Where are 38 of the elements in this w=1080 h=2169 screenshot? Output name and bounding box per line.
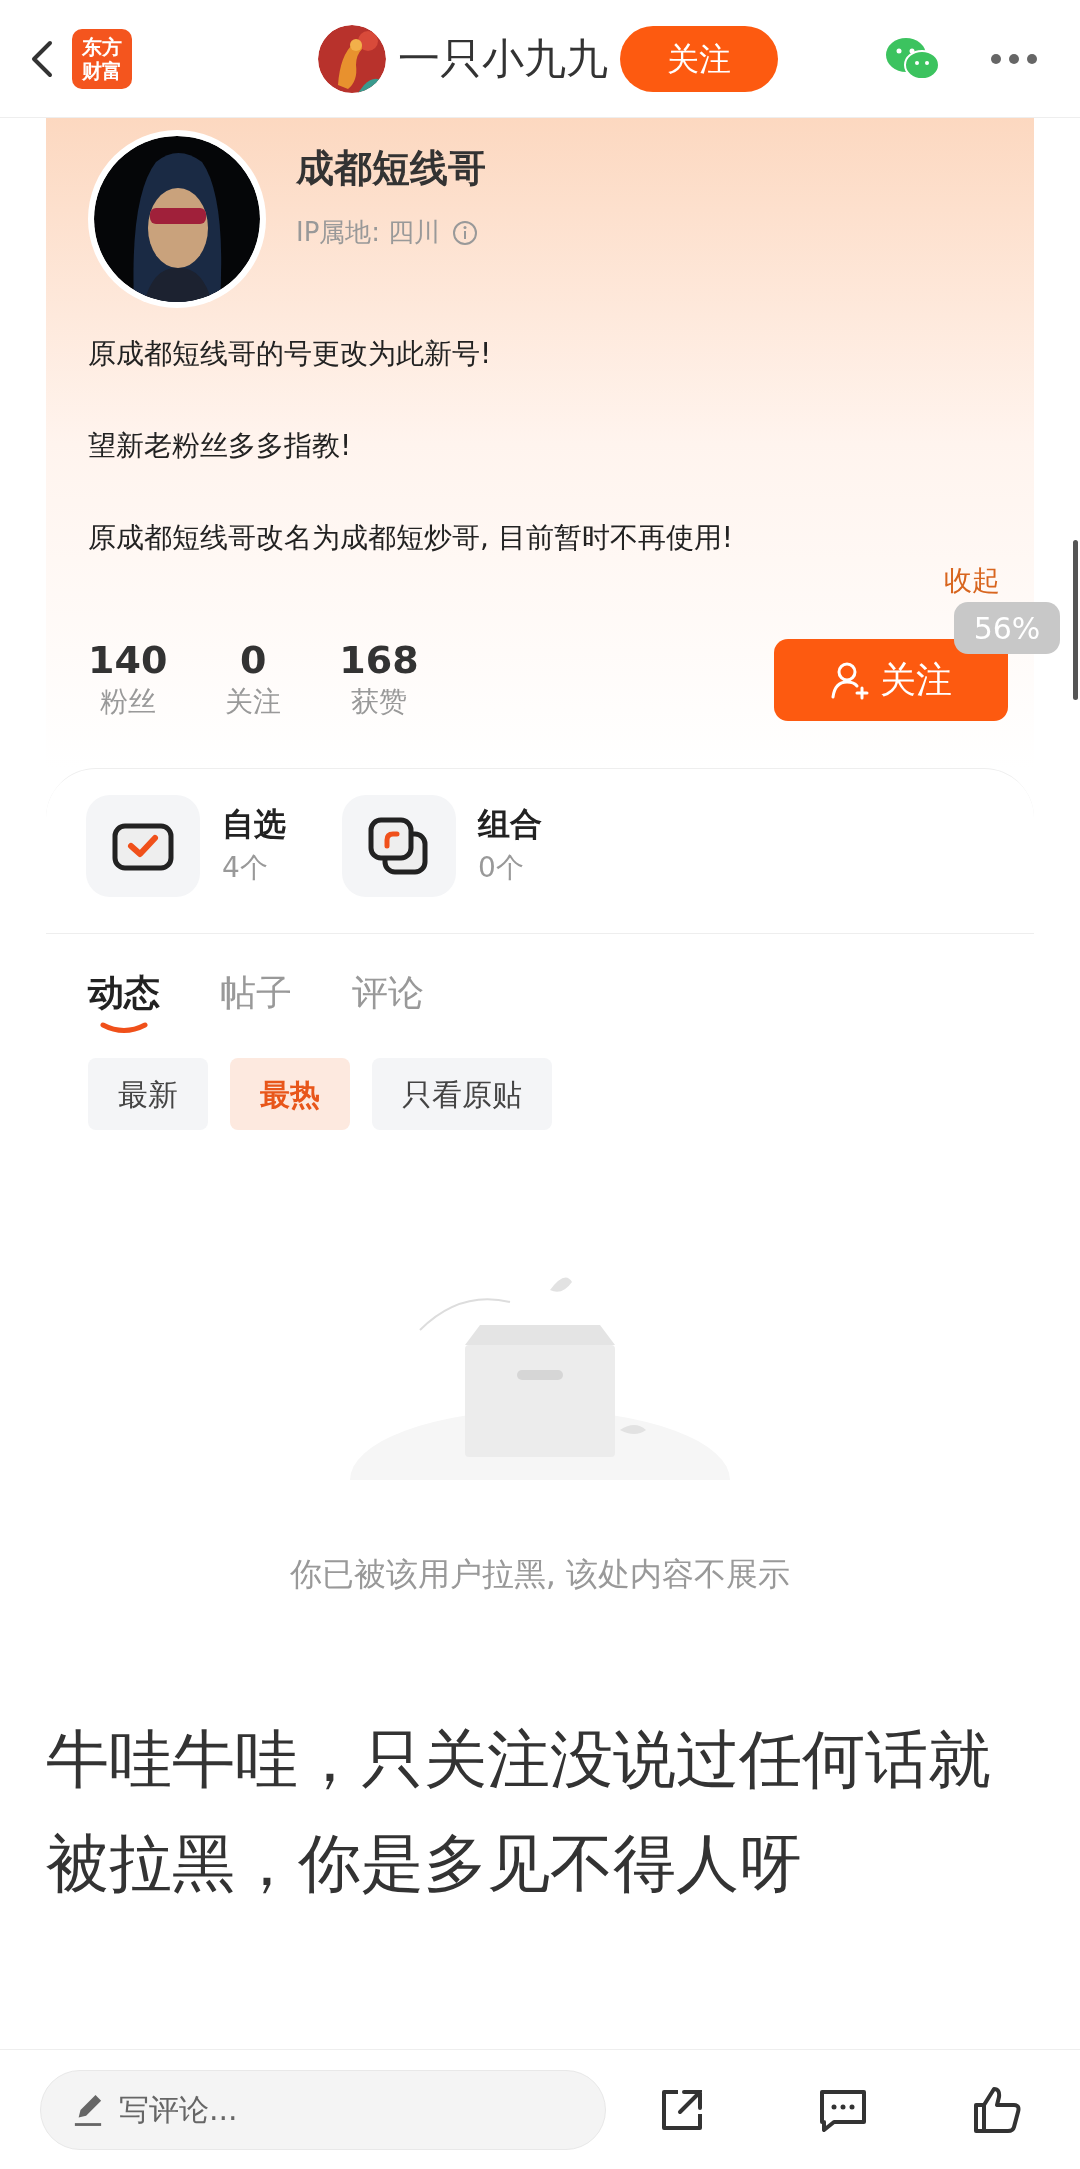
more-icon[interactable] — [990, 52, 1038, 65]
collection-title: 自选 — [222, 804, 286, 845]
filter-chip[interactable]: 只看原贴 — [372, 1058, 552, 1130]
empty-message: 你已被该用户拉黑, 该处内容不展示 — [289, 1554, 791, 1595]
stat-value: 168 — [339, 638, 419, 682]
stat-value: 0 — [240, 638, 267, 682]
tab[interactable]: 帖子 — [220, 966, 292, 1034]
follow-button[interactable]: 关注 — [774, 639, 1008, 721]
filter-chip[interactable]: 最热 — [230, 1058, 350, 1130]
collection-title: 组合 — [478, 804, 542, 845]
profile-name: 成都短线哥 — [296, 145, 486, 192]
collapse-link[interactable]: 收起 — [944, 566, 1000, 596]
collection-tile[interactable] — [86, 795, 200, 897]
ip-location: IP属地: 四川 — [296, 216, 441, 249]
collection-tile[interactable] — [342, 795, 456, 897]
stat-label: 粉丝 — [99, 684, 156, 720]
user-name: 一只小九九 — [398, 33, 608, 85]
stat-label: 关注 — [225, 684, 282, 720]
comment-field[interactable]: 写评论... — [40, 2069, 606, 2150]
post-text: 牛哇牛哇，只关注没说过任何话就被拉黑，你是多见不得人呀 — [46, 1722, 992, 1902]
collection-count: 4个 — [222, 850, 269, 886]
follow-button[interactable]: 关注 — [620, 25, 778, 92]
tab[interactable]: 动态 — [88, 966, 160, 1034]
stat-value: 140 — [88, 638, 168, 682]
stat-label: 获赞 — [351, 684, 407, 720]
overlapping-squares-icon — [367, 816, 431, 876]
filter-chip[interactable]: 最新 — [88, 1058, 208, 1130]
back-icon — [30, 38, 54, 79]
tab-underline — [100, 1022, 148, 1034]
bio-line: 原成都短线哥改名为成都短炒哥, 目前暂时不再使用! — [88, 520, 735, 556]
add-user-icon — [830, 660, 870, 700]
comment-input[interactable]: 写评论... — [119, 2087, 573, 2132]
app-logo[interactable]: 东方 财富 — [72, 28, 132, 89]
bio-line: 原成都短线哥的号更改为此新号! — [88, 336, 493, 372]
bio-line: 望新老粉丝多多指教! — [88, 428, 353, 464]
thumbs-up-icon[interactable] — [972, 2084, 1022, 2135]
tab[interactable]: 评论 — [352, 966, 424, 1034]
collection-count: 0个 — [478, 850, 525, 886]
